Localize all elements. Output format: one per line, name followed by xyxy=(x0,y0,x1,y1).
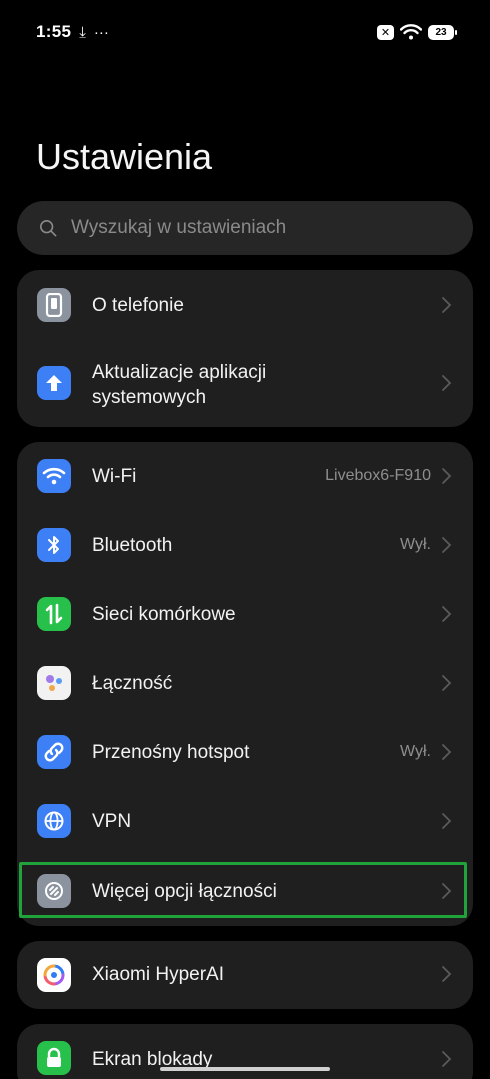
settings-item-value: Wył. xyxy=(400,743,431,760)
phone-icon xyxy=(37,288,71,322)
chevron-right-icon xyxy=(442,675,452,691)
status-right: ✕ 23 xyxy=(377,24,457,40)
connectivity-icon xyxy=(37,666,71,700)
settings-item-label: Łączność xyxy=(92,673,173,694)
chevron-right-icon xyxy=(442,883,452,899)
chevron-right-icon xyxy=(442,1051,452,1067)
settings-item-value: Wył. xyxy=(400,536,431,553)
settings-item-portable-hotspot[interactable]: Przenośny hotspot Wył. xyxy=(17,718,473,787)
bluetooth-icon xyxy=(37,528,71,562)
settings-item-label: Aktualizacje aplikacji systemowych xyxy=(92,362,267,408)
settings-group-device: O telefonie Aktualizacje aplikacji syste… xyxy=(17,270,473,427)
download-icon: ⤓ xyxy=(79,23,86,41)
chevron-right-icon xyxy=(442,813,452,829)
no-sim-icon: ✕ xyxy=(377,24,394,40)
chevron-right-icon xyxy=(442,468,452,484)
chevron-right-icon xyxy=(442,297,452,313)
settings-item-mobile-networks[interactable]: Sieci komórkowe xyxy=(17,580,473,649)
chevron-right-icon xyxy=(442,606,452,622)
search-input[interactable] xyxy=(69,216,453,240)
settings-item-label: Xiaomi HyperAI xyxy=(92,964,224,985)
page-title: Ustawienia xyxy=(36,136,213,177)
settings-group-connectivity: Wi-Fi Livebox6-F910 Bluetooth Wył. Sieci… xyxy=(17,442,473,926)
settings-item-value: Livebox6-F910 xyxy=(325,467,431,484)
home-indicator[interactable] xyxy=(160,1067,330,1071)
link-icon xyxy=(37,874,71,908)
settings-item-bluetooth[interactable]: Bluetooth Wył. xyxy=(17,511,473,580)
chevron-right-icon xyxy=(442,744,452,760)
status-bar: 1:55 ⤓ ··· ✕ 23 xyxy=(36,18,457,46)
search-icon xyxy=(39,219,57,237)
settings-item-label: Przenośny hotspot xyxy=(92,742,250,763)
wifi-status-icon xyxy=(400,24,422,40)
settings-item-wifi[interactable]: Wi-Fi Livebox6-F910 xyxy=(17,442,473,511)
settings-item-label: VPN xyxy=(92,811,132,832)
settings-item-xiaomi-hyperai[interactable]: Xiaomi HyperAI xyxy=(17,941,473,1009)
globe-icon xyxy=(37,804,71,838)
status-left: 1:55 ⤓ ··· xyxy=(36,22,109,42)
settings-item-connectivity[interactable]: Łączność xyxy=(17,649,473,718)
settings-item-label: Bluetooth xyxy=(92,535,173,556)
arrow-up-icon xyxy=(37,366,71,400)
settings-group-ai: Xiaomi HyperAI xyxy=(17,941,473,1009)
settings-item-vpn[interactable]: VPN xyxy=(17,787,473,856)
settings-item-system-app-updates[interactable]: Aktualizacje aplikacji systemowych xyxy=(17,340,473,427)
settings-item-label: Sieci komórkowe xyxy=(92,604,236,625)
chevron-right-icon xyxy=(442,966,452,982)
chevron-right-icon xyxy=(442,375,452,391)
settings-item-more-connectivity-options[interactable]: Więcej opcji łączności xyxy=(17,856,473,926)
hyperai-icon xyxy=(37,958,71,992)
settings-item-label: Więcej opcji łączności xyxy=(92,881,277,902)
lock-icon xyxy=(37,1041,71,1075)
wifi-icon xyxy=(37,459,71,493)
more-notifications-icon: ··· xyxy=(93,23,109,41)
hotspot-icon xyxy=(37,735,71,769)
status-time: 1:55 xyxy=(36,22,72,41)
cellular-icon xyxy=(37,597,71,631)
chevron-right-icon xyxy=(442,537,452,553)
battery-icon: 23 xyxy=(428,24,457,40)
settings-item-about-phone[interactable]: O telefonie xyxy=(17,270,473,340)
settings-item-label: O telefonie xyxy=(92,295,184,316)
settings-screen: 1:55 ⤓ ··· ✕ 23 Ustawienia O telef xyxy=(0,0,490,1079)
search-bar[interactable] xyxy=(17,201,473,255)
